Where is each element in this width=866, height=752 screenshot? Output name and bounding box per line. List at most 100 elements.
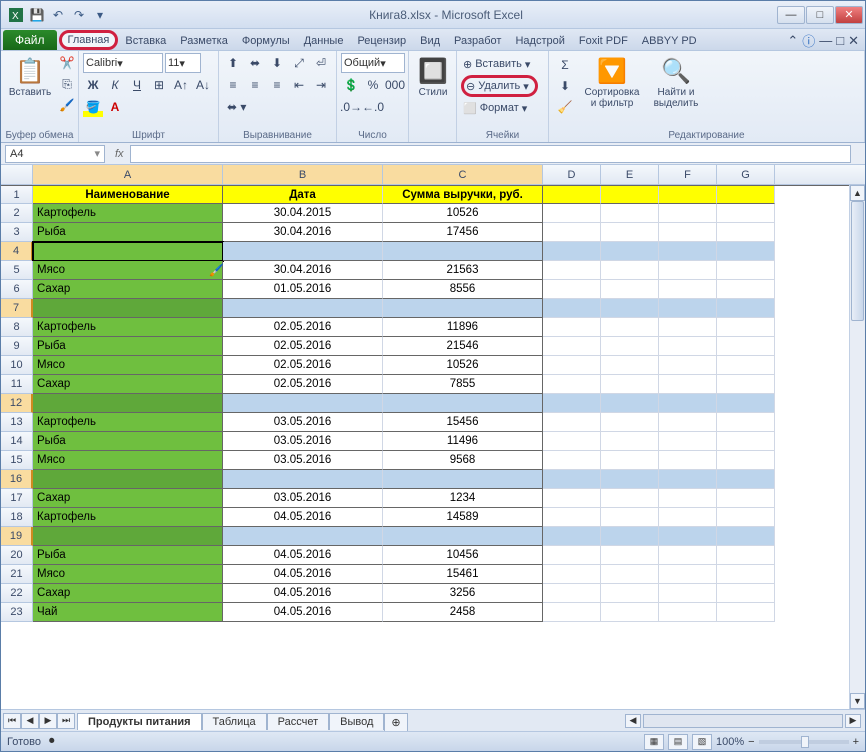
macro-record-icon[interactable]: ⏺ xyxy=(49,735,55,748)
scroll-down-button[interactable]: ▼ xyxy=(850,693,865,709)
cell[interactable]: 21563 xyxy=(383,261,543,280)
cell[interactable]: 04.05.2016 xyxy=(223,584,383,603)
fill-color-button[interactable]: 🪣 xyxy=(83,97,103,117)
cell[interactable]: Наименование xyxy=(33,186,223,204)
cell[interactable] xyxy=(717,204,775,223)
cell[interactable] xyxy=(717,299,775,318)
row-header[interactable]: 3 xyxy=(1,223,33,242)
row-header[interactable]: 13 xyxy=(1,413,33,432)
cell[interactable] xyxy=(601,489,659,508)
row-header[interactable]: 2 xyxy=(1,204,33,223)
cell[interactable] xyxy=(543,603,601,622)
cell[interactable]: 02.05.2016 xyxy=(223,375,383,394)
cell[interactable]: Мясо xyxy=(33,451,223,470)
cell[interactable] xyxy=(543,318,601,337)
cell[interactable] xyxy=(659,223,717,242)
doc-restore-icon[interactable]: □ xyxy=(836,33,844,48)
cell[interactable] xyxy=(601,223,659,242)
maximize-button[interactable]: □ xyxy=(806,6,834,24)
cell[interactable]: Картофель xyxy=(33,204,223,223)
cell[interactable] xyxy=(659,299,717,318)
number-format-select[interactable]: Общий ▾ xyxy=(341,53,405,73)
sheet-nav-last[interactable]: ⏭ xyxy=(57,713,75,729)
cell[interactable]: Рыба xyxy=(33,432,223,451)
doc-close-icon[interactable]: ✕ xyxy=(848,33,859,49)
cell[interactable]: Мясо xyxy=(33,261,223,280)
orientation-icon[interactable]: ⤢ xyxy=(289,53,309,73)
cell[interactable] xyxy=(717,223,775,242)
select-all-corner[interactable] xyxy=(1,165,33,184)
cell[interactable] xyxy=(543,413,601,432)
paste-button[interactable]: 📋 Вставить xyxy=(5,53,55,100)
row-header[interactable]: 5 xyxy=(1,261,33,280)
cell[interactable] xyxy=(601,204,659,223)
cell[interactable]: 10526 xyxy=(383,356,543,375)
cell[interactable] xyxy=(543,337,601,356)
cell[interactable] xyxy=(601,261,659,280)
cell[interactable] xyxy=(601,242,659,261)
row-header[interactable]: 7 xyxy=(1,299,33,318)
insert-cells-button[interactable]: ⊕ Вставить▾ xyxy=(461,53,538,75)
cell[interactable] xyxy=(659,546,717,565)
cell[interactable] xyxy=(543,299,601,318)
cell[interactable] xyxy=(717,565,775,584)
cell[interactable] xyxy=(717,413,775,432)
formula-input[interactable] xyxy=(130,145,851,163)
cell[interactable]: Дата xyxy=(223,186,383,204)
cell[interactable] xyxy=(543,356,601,375)
cell[interactable]: Чай xyxy=(33,603,223,622)
sheet-tab[interactable]: Продукты питания xyxy=(77,713,202,730)
cell[interactable] xyxy=(659,470,717,489)
cell[interactable] xyxy=(659,375,717,394)
column-header-A[interactable]: A xyxy=(33,165,223,184)
row-header[interactable]: 22 xyxy=(1,584,33,603)
align-bottom-icon[interactable]: ⬇ xyxy=(267,53,287,73)
cell[interactable] xyxy=(601,546,659,565)
cell[interactable] xyxy=(543,451,601,470)
cell[interactable] xyxy=(601,280,659,299)
row-header[interactable]: 17 xyxy=(1,489,33,508)
page-layout-view-button[interactable]: ▤ xyxy=(668,734,688,750)
row-header[interactable]: 10 xyxy=(1,356,33,375)
cell[interactable] xyxy=(659,432,717,451)
cell[interactable] xyxy=(601,318,659,337)
cell[interactable]: 01.05.2016 xyxy=(223,280,383,299)
cell[interactable] xyxy=(717,394,775,413)
cell[interactable] xyxy=(601,432,659,451)
sheet-tab[interactable]: Вывод xyxy=(329,713,384,730)
cell[interactable] xyxy=(33,470,223,489)
row-header[interactable]: 11 xyxy=(1,375,33,394)
decrease-font-icon[interactable]: A↓ xyxy=(193,75,213,95)
cell[interactable] xyxy=(659,204,717,223)
cell[interactable] xyxy=(659,318,717,337)
cell[interactable] xyxy=(543,470,601,489)
cell[interactable] xyxy=(601,603,659,622)
fill-icon[interactable]: ⬇ xyxy=(555,76,575,96)
format-cells-button[interactable]: ⬜ Формат▾ xyxy=(461,97,538,119)
cell[interactable]: 21546 xyxy=(383,337,543,356)
row-header[interactable]: 15 xyxy=(1,451,33,470)
format-painter-icon[interactable]: 🖌️ xyxy=(57,95,77,115)
sort-filter-button[interactable]: 🔽 Сортировка и фильтр xyxy=(579,53,645,111)
align-top-icon[interactable]: ⬆ xyxy=(223,53,243,73)
cell[interactable] xyxy=(601,470,659,489)
cell[interactable] xyxy=(659,489,717,508)
column-header-F[interactable]: F xyxy=(659,165,717,184)
decrease-indent-icon[interactable]: ⇤ xyxy=(289,75,309,95)
close-button[interactable]: ✕ xyxy=(835,6,863,24)
cell[interactable] xyxy=(33,299,223,318)
cell[interactable]: 03.05.2016 xyxy=(223,451,383,470)
tab-разметка[interactable]: Разметка xyxy=(173,31,235,50)
cell[interactable] xyxy=(601,299,659,318)
cell[interactable] xyxy=(543,261,601,280)
cell[interactable] xyxy=(601,508,659,527)
cell[interactable]: 03.05.2016 xyxy=(223,413,383,432)
cell[interactable]: 9568 xyxy=(383,451,543,470)
font-color-button[interactable]: A xyxy=(105,97,125,117)
hscroll-left[interactable]: ◀ xyxy=(625,714,641,728)
cell[interactable]: 02.05.2016 xyxy=(223,337,383,356)
cell[interactable]: Сахар xyxy=(33,280,223,299)
cell[interactable] xyxy=(659,261,717,280)
cell[interactable]: 02.05.2016 xyxy=(223,356,383,375)
cell[interactable] xyxy=(543,546,601,565)
